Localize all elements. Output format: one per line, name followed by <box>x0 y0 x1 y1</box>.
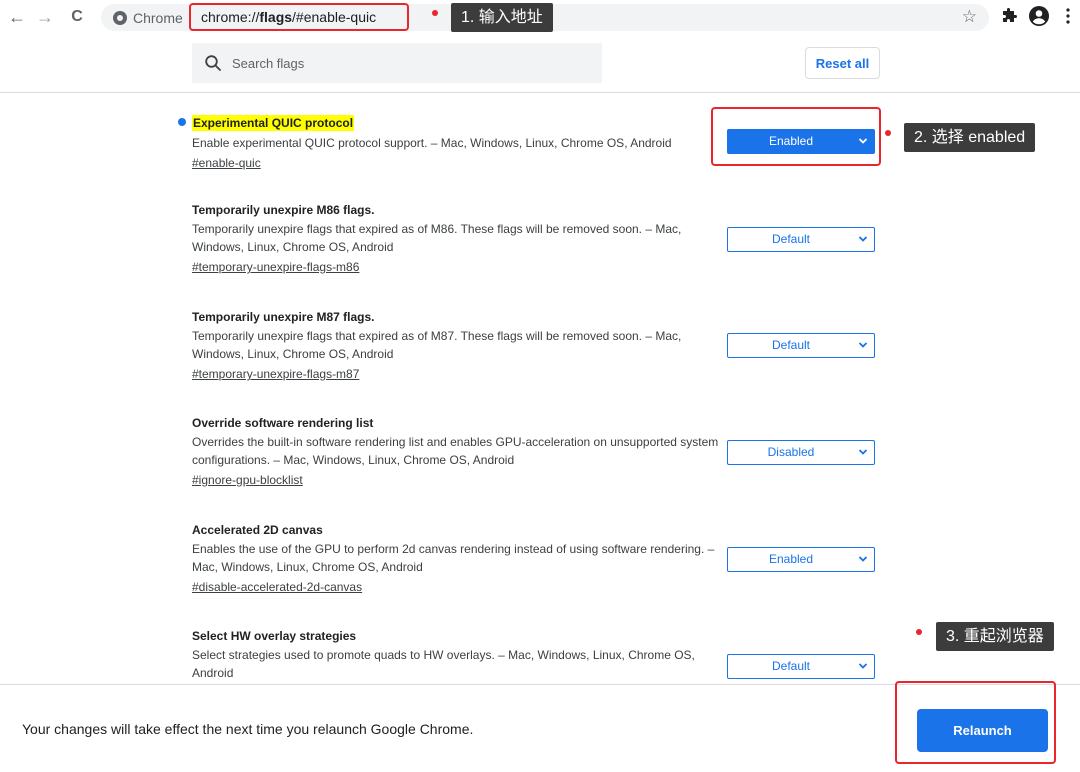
reload-icon[interactable]: C <box>66 6 88 28</box>
flag-title: Temporarily unexpire M86 flags. <box>192 203 375 217</box>
extensions-icon[interactable] <box>998 5 1020 27</box>
relaunch-message: Your changes will take effect the next t… <box>22 721 474 737</box>
select-value: Disabled <box>767 445 815 459</box>
flag-item-unexpire-m87: Temporarily unexpire M87 flags. Temporar… <box>192 309 722 383</box>
step1-marker <box>432 10 438 16</box>
flag-select-hw-overlay-strategies[interactable]: Default <box>727 654 875 679</box>
search-box[interactable] <box>192 43 602 83</box>
flag-item-enable-quic: Experimental QUIC protocol Enable experi… <box>192 114 722 172</box>
site-chip-label: Chrome <box>133 9 183 26</box>
enabled-highlight-box <box>711 107 881 166</box>
flag-description: Enable experimental QUIC protocol suppor… <box>192 136 672 150</box>
step3-marker <box>916 629 922 635</box>
step1-callout: 1. 输入地址 <box>451 3 553 32</box>
flag-select-unexpire-m87[interactable]: Default <box>727 333 875 358</box>
flag-item-ignore-gpu-blocklist: Override software rendering list Overrid… <box>192 415 722 489</box>
flag-title: Override software rendering list <box>192 416 374 430</box>
back-icon[interactable]: ← <box>6 6 28 28</box>
flag-title: Temporarily unexpire M87 flags. <box>192 310 375 324</box>
url-highlight-box <box>189 3 409 31</box>
relaunch-highlight-box <box>895 681 1056 764</box>
flag-description: Select strategies used to promote quads … <box>192 648 695 680</box>
chevron-down-icon <box>858 449 868 455</box>
flag-link[interactable]: #temporary-unexpire-flags-m87 <box>192 365 359 383</box>
site-info-chip[interactable]: Chrome <box>113 8 183 27</box>
select-value: Enabled <box>768 552 814 566</box>
modified-indicator-dot <box>178 118 186 126</box>
select-value: Default <box>771 232 811 246</box>
flag-description: Temporarily unexpire flags that expired … <box>192 329 682 361</box>
chevron-down-icon <box>858 342 868 348</box>
chrome-icon <box>113 10 127 25</box>
chevron-down-icon <box>858 663 868 669</box>
step2-marker <box>885 130 891 136</box>
flag-item-hw-overlay-strategies: Select HW overlay strategies Select stra… <box>192 628 722 682</box>
search-icon <box>205 55 221 71</box>
forward-icon[interactable]: → <box>34 6 56 28</box>
select-value: Default <box>771 659 811 673</box>
bookmark-star-icon[interactable]: ☆ <box>962 7 977 27</box>
search-input[interactable] <box>230 54 594 72</box>
chevron-down-icon <box>858 556 868 562</box>
flag-link[interactable]: #disable-accelerated-2d-canvas <box>192 578 362 596</box>
flag-description: Overrides the built-in software renderin… <box>192 435 719 467</box>
flag-select-ignore-gpu-blocklist[interactable]: Disabled <box>727 440 875 465</box>
flag-item-accelerated-2d-canvas: Accelerated 2D canvas Enables the use of… <box>192 522 722 596</box>
flag-description: Temporarily unexpire flags that expired … <box>192 222 682 254</box>
menu-icon[interactable] <box>1057 5 1079 27</box>
flags-header: Reset all <box>0 35 1080 93</box>
flag-title: Select HW overlay strategies <box>192 629 357 643</box>
reset-all-button[interactable]: Reset all <box>805 47 880 79</box>
flag-description: Enables the use of the GPU to perform 2d… <box>192 542 715 574</box>
step2-callout: 2. 选择 enabled <box>904 123 1036 152</box>
flag-title: Experimental QUIC protocol <box>192 115 355 131</box>
select-value: Default <box>771 338 811 352</box>
flag-select-unexpire-m86[interactable]: Default <box>727 227 875 252</box>
step3-callout: 3. 重起浏览器 <box>936 622 1054 651</box>
flag-item-unexpire-m86: Temporarily unexpire M86 flags. Temporar… <box>192 202 722 276</box>
chevron-down-icon <box>858 236 868 242</box>
flag-select-accelerated-2d-canvas[interactable]: Enabled <box>727 547 875 572</box>
flag-title: Accelerated 2D canvas <box>192 523 323 537</box>
flag-link[interactable]: #ignore-gpu-blocklist <box>192 471 303 489</box>
flag-link[interactable]: #temporary-unexpire-flags-m86 <box>192 258 359 276</box>
flag-link[interactable]: #enable-quic <box>192 154 261 172</box>
profile-icon[interactable] <box>1028 5 1050 27</box>
